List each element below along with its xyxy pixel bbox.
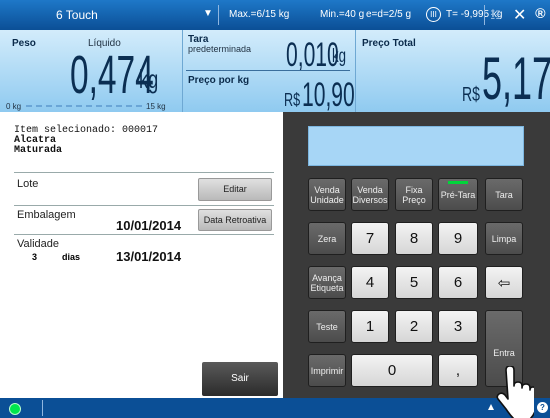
teste-key[interactable]: Teste [308,310,346,343]
key-2[interactable]: 2 [395,310,433,343]
sair-button[interactable]: Sair [202,362,278,396]
key-8[interactable]: 8 [395,222,433,255]
key-9[interactable]: 9 [438,222,478,255]
status-bar [0,398,550,418]
key-5[interactable]: 5 [395,266,433,299]
weight-display: Peso Líquido 0,474 kg 0 kg 15 kg Tara pr… [0,30,550,114]
keypad-display [308,126,524,166]
divider [14,172,274,173]
key-7[interactable]: 7 [351,222,389,255]
zera-key[interactable]: Zera [308,222,346,255]
active-indicator [448,181,468,184]
scale-division: e=d=2/5 g [366,9,412,20]
divider [182,30,183,112]
weight-bar [26,105,142,107]
divider [14,234,274,235]
dropdown-arrow-icon[interactable]: ▼ [203,8,213,19]
item-panel: Item selecionado: 000017 Alcatra Maturad… [0,112,283,398]
max-capacity: Max.=6/15 kg [229,9,290,20]
limpa-key[interactable]: Limpa [485,222,523,255]
fixa-preco-key[interactable]: Fixa Preço [395,178,433,211]
embalagem-date: 10/01/2014 [116,218,182,233]
help-icon[interactable]: ? [537,402,548,413]
validade-days-unit: dias [62,252,81,262]
total-label: Preço Total [362,38,416,49]
key-4[interactable]: 4 [351,266,389,299]
validade-days: 3 [32,252,38,262]
imprimir-key[interactable]: Imprimir [308,354,346,387]
divider [186,70,350,71]
comma-key[interactable]: , [438,354,478,387]
backspace-key[interactable]: ⇦ [485,266,523,299]
top-bar: 6 Touch ▼ Max.=6/15 kg Min.=40 g e=d=2/5… [0,0,550,30]
accuracy-class-icon: III [426,7,441,22]
peso-label: Peso [12,38,36,49]
tara-unit: kg [332,46,347,67]
editar-button[interactable]: Editar [198,178,272,201]
divider [42,400,43,416]
network-icon: ☷ [490,8,501,22]
logo-icon: ® [535,5,546,21]
divider [355,30,356,112]
key-1[interactable]: 1 [351,310,389,343]
preco-kg-value: 10,90 [302,76,355,114]
avanca-etiqueta-key[interactable]: Avança Etiqueta [308,266,346,299]
embalagem-label: Embalagem [17,209,76,221]
venda-diversos-key[interactable]: Venda Diversos [351,178,389,211]
preco-kg-currency: R$ [284,90,301,110]
app-title[interactable]: 6 Touch [56,8,98,22]
scale-max-label: 15 kg [146,102,166,111]
item-name-line-2: Maturada [14,145,63,156]
lote-label: Lote [17,178,39,190]
divider [218,5,219,25]
status-led-icon [9,403,21,415]
pre-tara-key[interactable]: Pré-Tara [438,178,478,211]
pre-tara-label: Pré-Tara [440,189,476,200]
data-retroativa-button[interactable]: Data Retroativa [198,209,272,231]
divider [14,205,274,206]
scale-min-label: 0 kg [6,102,22,111]
venda-unidade-key[interactable]: Venda Unidade [308,178,346,211]
preco-kg-label: Preço por kg [188,75,250,86]
item-info: Item selecionado: 000017 Alcatra Maturad… [14,126,158,156]
backspace-icon: ⇦ [497,274,511,292]
validade-date: 13/01/2014 [116,249,182,264]
key-0[interactable]: 0 [351,354,433,387]
total-currency: R$ [462,84,480,106]
min-capacity: Min.=40 g [320,9,365,20]
hand-cursor-icon [496,366,534,418]
total-value: 5,17 [482,45,550,112]
keypad: Venda Unidade Venda Diversos Fixa Preço … [283,112,550,398]
peso-unit: kg [139,64,159,94]
key-6[interactable]: 6 [438,266,478,299]
key-3[interactable]: 3 [438,310,478,343]
tara-sub-label: predeterminada [188,44,252,54]
close-icon[interactable]: ✕ [513,5,526,25]
validade-label: Validade [17,238,59,250]
tara-key[interactable]: Tara [485,178,523,211]
divider [484,5,485,25]
